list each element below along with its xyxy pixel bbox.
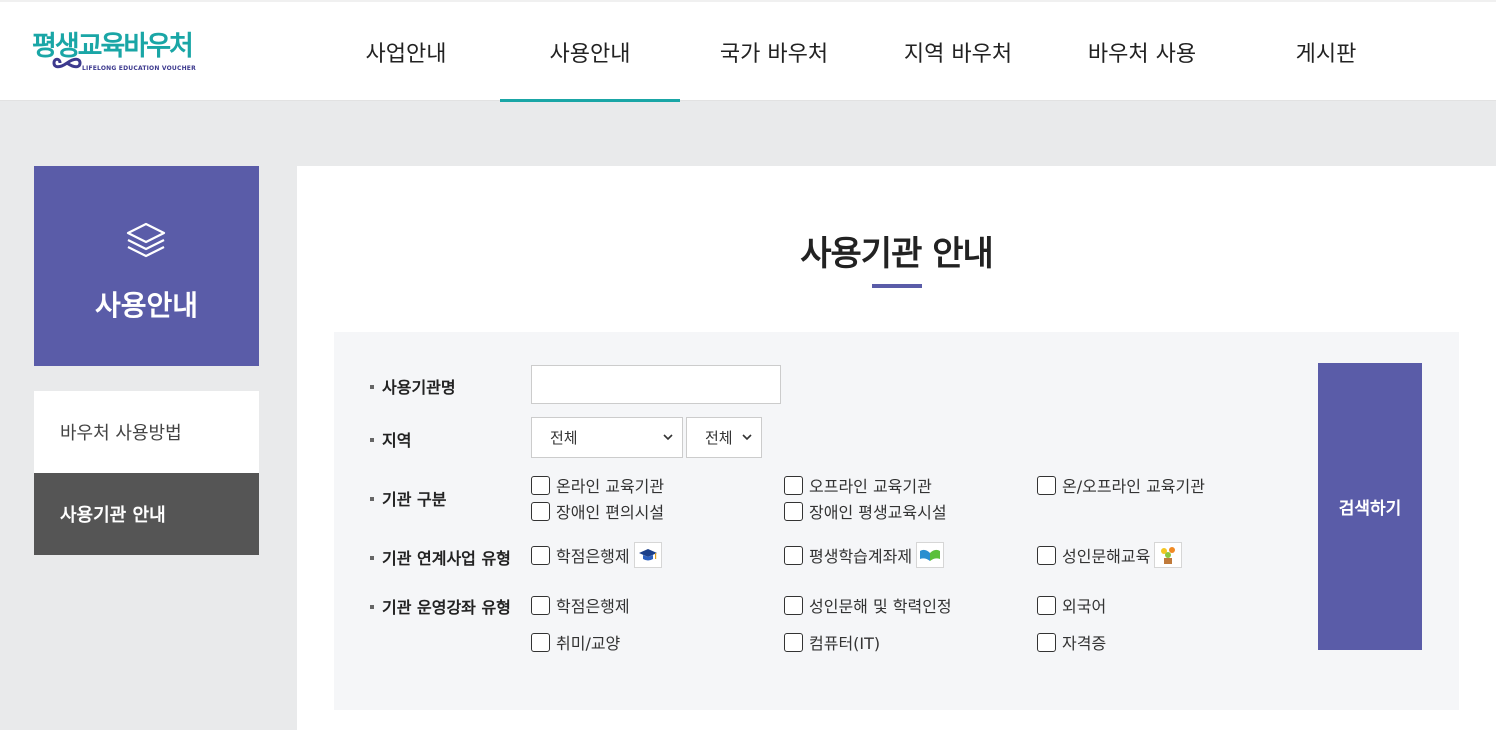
checkbox-label: 장애인 평생교육시설 <box>809 503 947 522</box>
sidebar-item-institution-info[interactable]: 사용기관 안내 <box>34 473 259 555</box>
label-category: 기관 구분 <box>370 486 446 510</box>
region-secondary-select[interactable]: 전체 <box>686 417 762 458</box>
checkbox-label: 자격증 <box>1062 634 1107 653</box>
checkbox-disability-facility[interactable]: 장애인 편의시설 <box>531 499 664 523</box>
checkbox-label: 장애인 편의시설 <box>556 503 665 522</box>
checkbox-course-literacy[interactable]: 성인문해 및 학력인정 <box>784 593 952 617</box>
checkbox-box[interactable] <box>784 545 803 565</box>
checkbox-box[interactable] <box>531 632 550 652</box>
checkbox-program-credit-bank[interactable]: 학점은행제 <box>531 542 662 568</box>
region-secondary-value: 전체 <box>705 429 733 447</box>
label-program-type: 기관 연계사업 유형 <box>370 545 511 569</box>
checkbox-box[interactable] <box>531 545 550 565</box>
checkbox-label: 온라인 교육기관 <box>556 477 665 496</box>
checkbox-label: 학점은행제 <box>556 547 630 566</box>
graduation-cap-icon <box>633 542 662 568</box>
label-region: 지역 <box>370 427 411 451</box>
layers-icon <box>126 222 166 258</box>
checkbox-box[interactable] <box>784 632 803 652</box>
checkbox-label: 외국어 <box>1062 597 1107 616</box>
label-institution-name: 사용기관명 <box>370 374 456 398</box>
checkbox-box[interactable] <box>1037 632 1056 652</box>
checkbox-box[interactable] <box>531 475 550 495</box>
checkbox-course-certificate[interactable]: 자격증 <box>1037 630 1106 654</box>
checkbox-label: 평생학습계좌제 <box>809 547 913 566</box>
search-button[interactable]: 검색하기 <box>1318 363 1422 650</box>
checkbox-course-foreign-language[interactable]: 외국어 <box>1037 593 1106 617</box>
label-course-type: 기관 운영강좌 유형 <box>370 594 511 618</box>
checkbox-box[interactable] <box>784 595 803 615</box>
checkbox-online-institution[interactable]: 온라인 교육기관 <box>531 473 664 497</box>
checkbox-box[interactable] <box>784 501 803 521</box>
checkbox-program-adult-literacy[interactable]: 성인문해교육 <box>1037 542 1183 568</box>
checkbox-label: 컴퓨터(IT) <box>809 634 881 653</box>
checkbox-box[interactable] <box>784 475 803 495</box>
institution-name-input[interactable] <box>531 365 781 404</box>
checkbox-offline-institution[interactable]: 오프라인 교육기관 <box>784 473 932 497</box>
search-form: 사용기관명 지역 전체 전체 기관 구분 온라인 교육기관 오프라인 교육기관 … <box>334 332 1459 710</box>
site-header: 평생교육바우처 LIFELONG EDUCATION VOUCHER 사업안내 … <box>0 0 1496 102</box>
checkbox-program-learning-account[interactable]: 평생학습계좌제 <box>784 542 945 568</box>
checkbox-box[interactable] <box>531 595 550 615</box>
checkbox-box[interactable] <box>1037 475 1056 495</box>
checkbox-box[interactable] <box>531 501 550 521</box>
checkbox-onoffline-institution[interactable]: 온/오프라인 교육기관 <box>1037 473 1205 497</box>
nav-item-usage[interactable]: 사용안내 <box>500 2 680 102</box>
infinity-icon <box>52 57 82 69</box>
flower-pot-icon <box>1154 542 1183 568</box>
sidebar-item-voucher-howto[interactable]: 바우처 사용방법 <box>34 391 259 473</box>
checkbox-box[interactable] <box>1037 545 1056 565</box>
nav-item-business[interactable]: 사업안내 <box>316 2 496 102</box>
site-logo[interactable]: 평생교육바우처 LIFELONG EDUCATION VOUCHER <box>32 32 212 80</box>
chevron-down-icon <box>742 434 752 441</box>
region-primary-value: 전체 <box>550 429 578 447</box>
checkbox-label: 학점은행제 <box>556 597 630 616</box>
main-content: 사용기관 안내 사용기관명 지역 전체 전체 기관 구분 온라인 교육기관 오프… <box>297 166 1496 730</box>
checkbox-course-computer[interactable]: 컴퓨터(IT) <box>784 630 880 654</box>
open-book-icon <box>916 542 945 568</box>
nav-item-voucher-use[interactable]: 바우처 사용 <box>1052 2 1232 102</box>
page-title: 사용기관 안내 <box>800 234 994 274</box>
checkbox-label: 온/오프라인 교육기관 <box>1062 477 1205 496</box>
sidebar-header: 사용안내 <box>34 166 259 366</box>
region-primary-select[interactable]: 전체 <box>531 417 683 458</box>
logo-subtitle: LIFELONG EDUCATION VOUCHER <box>82 65 196 72</box>
nav-item-board[interactable]: 게시판 <box>1236 2 1416 102</box>
nav-item-regional-voucher[interactable]: 지역 바우처 <box>868 2 1048 102</box>
checkbox-disability-lifelong-facility[interactable]: 장애인 평생교육시설 <box>784 499 947 523</box>
sidebar-title: 사용안내 <box>94 289 199 322</box>
checkbox-course-credit-bank[interactable]: 학점은행제 <box>531 593 630 617</box>
checkbox-label: 성인문해교육 <box>1062 547 1151 566</box>
checkbox-box[interactable] <box>1037 595 1056 615</box>
nav-item-national-voucher[interactable]: 국가 바우처 <box>684 2 864 102</box>
checkbox-course-hobby[interactable]: 취미/교양 <box>531 630 620 654</box>
checkbox-label: 성인문해 및 학력인정 <box>809 597 952 616</box>
chevron-down-icon <box>663 434 673 441</box>
checkbox-label: 오프라인 교육기관 <box>809 477 932 496</box>
checkbox-label: 취미/교양 <box>556 634 621 653</box>
title-underline <box>872 284 922 288</box>
